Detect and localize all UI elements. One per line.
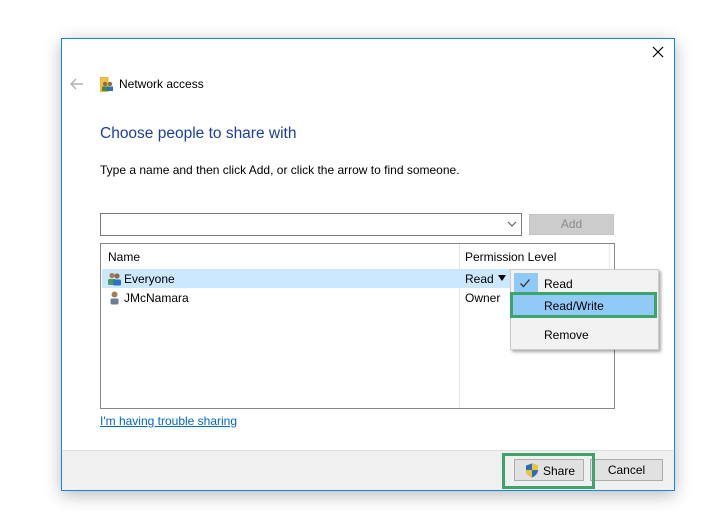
- back-arrow-icon[interactable]: [69, 77, 85, 91]
- column-divider: [609, 244, 610, 268]
- close-icon[interactable]: [650, 44, 666, 60]
- row-permission[interactable]: Read: [465, 272, 494, 286]
- menu-item-read[interactable]: Read: [513, 272, 656, 295]
- nav-title: Network access: [119, 77, 204, 91]
- row-name: JMcNamara: [124, 291, 189, 305]
- checkmark-icon: [520, 279, 530, 288]
- highlight-box-share: [502, 453, 595, 489]
- add-button[interactable]: Add: [529, 214, 614, 235]
- list-header: Name Permission Level: [101, 244, 614, 268]
- menu-item-remove[interactable]: Remove: [513, 323, 656, 345]
- trouble-sharing-link[interactable]: I'm having trouble sharing: [100, 414, 237, 428]
- row-permission: Owner: [465, 291, 501, 305]
- network-share-icon: [100, 77, 113, 92]
- column-header-permission[interactable]: Permission Level: [465, 250, 556, 264]
- name-combobox[interactable]: [100, 213, 522, 236]
- group-icon: [108, 272, 121, 286]
- name-input[interactable]: [101, 214, 496, 235]
- page-title: Choose people to share with: [100, 125, 297, 142]
- caret-down-icon[interactable]: [498, 275, 506, 281]
- network-access-dialog: Network access Choose people to share wi…: [61, 38, 675, 491]
- dialog-footer: Share Cancel: [62, 450, 674, 490]
- highlight-box-read-write: [510, 292, 657, 318]
- user-icon: [110, 291, 119, 305]
- row-name: Everyone: [124, 272, 175, 286]
- chevron-down-icon[interactable]: [506, 218, 518, 230]
- menu-item-label: Read: [544, 277, 573, 291]
- cancel-button[interactable]: Cancel: [590, 459, 663, 481]
- list-row-everyone[interactable]: Everyone Read: [102, 269, 510, 288]
- menu-item-label: Remove: [544, 328, 589, 342]
- column-header-name[interactable]: Name: [108, 250, 140, 264]
- instruction-text: Type a name and then click Add, or click…: [100, 163, 460, 177]
- list-row-jmcnamara[interactable]: JMcNamara Owner: [102, 288, 510, 307]
